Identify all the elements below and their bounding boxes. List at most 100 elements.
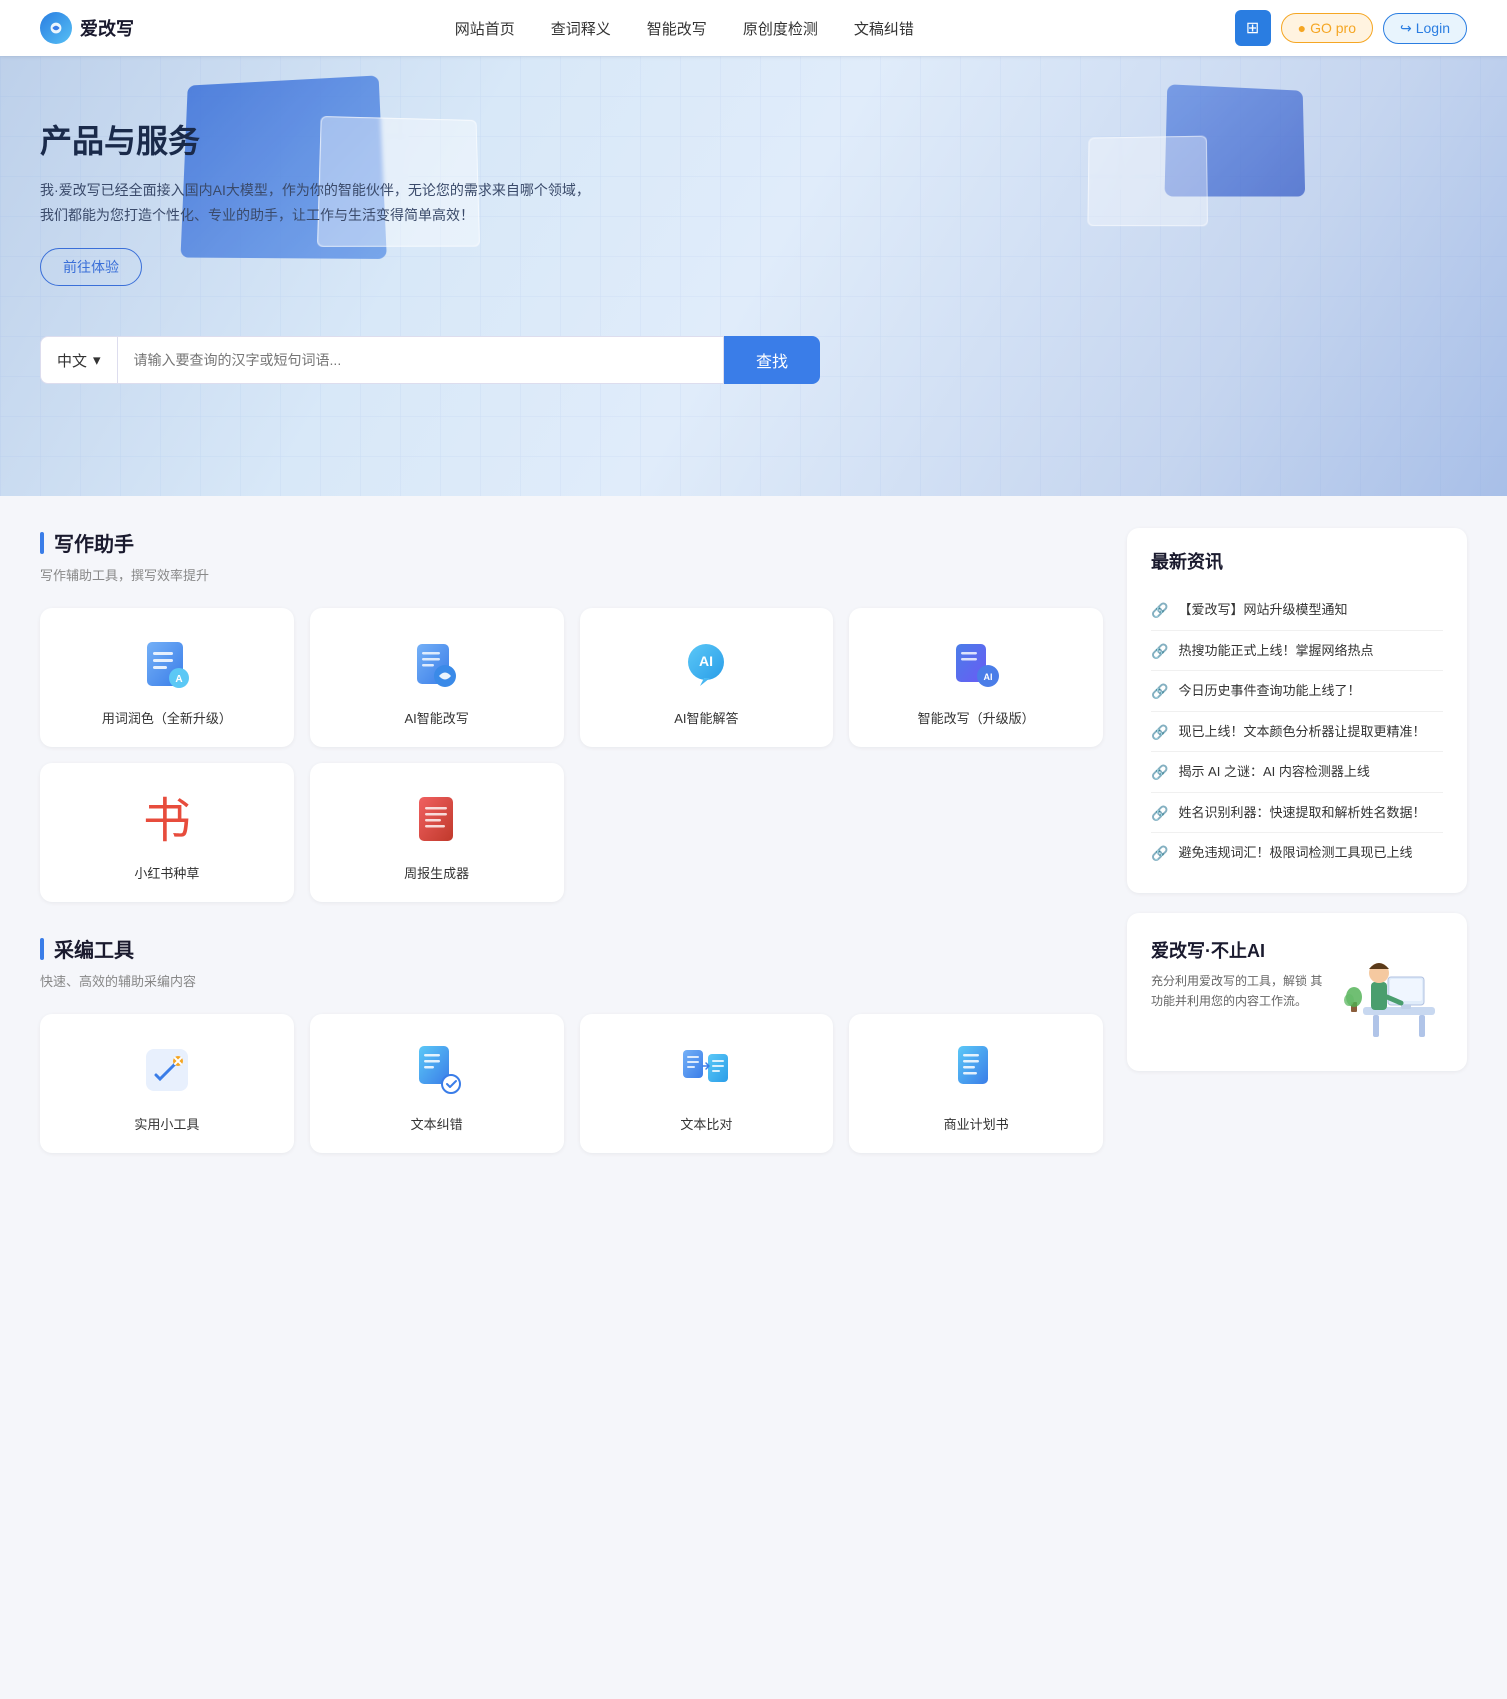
link-icon-6: 🔗	[1151, 845, 1168, 862]
link-icon-3: 🔗	[1151, 724, 1168, 741]
tool-ai-rewrite[interactable]: AI智能改写	[310, 608, 564, 747]
search-input[interactable]	[118, 336, 724, 384]
ai-rewrite-label: AI智能改写	[404, 708, 468, 727]
title-bar2	[40, 938, 44, 960]
link-icon-4: 🔗	[1151, 764, 1168, 781]
grid-icon: ⊞	[1246, 18, 1259, 38]
logo[interactable]: 爱改写	[40, 12, 134, 44]
news-item-1[interactable]: 🔗 热搜功能正式上线！掌握网络热点	[1151, 631, 1443, 672]
practical-tools-icon	[139, 1042, 195, 1098]
news-card: 最新资讯 🔗 【爱改写】网站升级模型通知 🔗 热搜功能正式上线！掌握网络热点 🔗…	[1127, 528, 1467, 893]
promo-image	[1343, 937, 1443, 1047]
search-button[interactable]: 查找	[724, 336, 820, 384]
writing-tools-grid: A 用词润色（全新升级） AI智能改	[40, 608, 1103, 902]
ai-answer-icon: AI	[678, 636, 734, 692]
person-illustration	[1343, 937, 1443, 1047]
nav-check[interactable]: 原创度检测	[743, 18, 818, 39]
tool-word-polish[interactable]: A 用词润色（全新升级）	[40, 608, 294, 747]
tool-practical[interactable]: 实用小工具	[40, 1014, 294, 1153]
smart-rewrite-icon: AI	[948, 636, 1004, 692]
tool-xiaohongshu[interactable]: 书 小红书种草	[40, 763, 294, 902]
writing-section-header: 写作助手	[40, 528, 1103, 557]
news-text-2: 今日历史事件查询功能上线了！	[1178, 681, 1360, 701]
practical-label: 实用小工具	[134, 1114, 199, 1133]
ai-answer-label: AI智能解答	[674, 708, 738, 727]
news-text-4: 揭示 AI 之谜：AI 内容检测器上线	[1178, 762, 1369, 782]
news-text-0: 【爱改写】网站升级模型通知	[1178, 600, 1347, 620]
news-item-6[interactable]: 🔗 避免违规词汇！极限词检测工具现已上线	[1151, 833, 1443, 873]
tool-ai-answer[interactable]: AI AI智能解答	[580, 608, 834, 747]
editor-section-header: 采编工具	[40, 934, 1103, 963]
navbar: 爱改写 网站首页 查词释义 智能改写 原创度检测 文稿纠错 ⊞ ● GO pro…	[0, 0, 1507, 56]
link-icon-1: 🔗	[1151, 643, 1168, 660]
go-pro-icon: ●	[1298, 20, 1306, 36]
hero-section: 产品与服务 我·爱改写已经全面接入国内AI大模型，作为你的智能伙伴，无论您的需求…	[0, 56, 1507, 496]
ai-rewrite-icon	[409, 636, 465, 692]
login-icon: ↪	[1400, 20, 1412, 37]
editor-tools-grid: 实用小工具 文本纠错	[40, 1014, 1103, 1153]
news-text-3: 现已上线！文本颜色分析器让提取更精准！	[1178, 722, 1425, 742]
tool-business-plan[interactable]: 商业计划书	[849, 1014, 1103, 1153]
business-plan-label: 商业计划书	[944, 1114, 1009, 1133]
language-select[interactable]: 中文 ▾	[40, 336, 118, 384]
hero-desc: 我·爱改写已经全面接入国内AI大模型，作为你的智能伙伴，无论您的需求来自哪个领域…	[40, 178, 600, 228]
main-nav: 网站首页 查词释义 智能改写 原创度检测 文稿纠错	[455, 18, 914, 39]
main-content: 写作助手 写作辅助工具，撰写效率提升 A 用词润色（全新升级）	[0, 496, 1507, 1217]
tool-weekly-report[interactable]: 周报生成器	[310, 763, 564, 902]
tool-smart-rewrite-pro[interactable]: AI 智能改写（升级版）	[849, 608, 1103, 747]
navbar-actions: ⊞ ● GO pro ↪ Login	[1235, 10, 1467, 46]
chevron-down-icon: ▾	[93, 351, 101, 369]
go-pro-button[interactable]: ● GO pro	[1281, 13, 1373, 43]
grid-button[interactable]: ⊞	[1235, 10, 1271, 46]
editor-desc: 快速、高效的辅助采编内容	[40, 971, 1103, 990]
promo-card: 爱改写·不止AI 充分利用爱改写的工具，解锁 其功能并利用您的内容工作流。	[1127, 913, 1467, 1071]
editor-title: 采编工具	[54, 934, 134, 963]
search-row: 中文 ▾ 查找	[40, 336, 820, 384]
writing-title: 写作助手	[54, 528, 134, 557]
news-text-6: 避免违规词汇！极限词检测工具现已上线	[1178, 843, 1412, 863]
svg-text:A: A	[175, 674, 182, 685]
tool-text-compare[interactable]: 文本比对	[580, 1014, 834, 1153]
right-column: 最新资讯 🔗 【爱改写】网站升级模型通知 🔗 热搜功能正式上线！掌握网络热点 🔗…	[1127, 528, 1467, 1185]
tool-text-proofread[interactable]: 文本纠错	[310, 1014, 564, 1153]
text-compare-icon	[678, 1042, 734, 1098]
news-text-1: 热搜功能正式上线！掌握网络热点	[1178, 641, 1373, 661]
hero-content: 产品与服务 我·爱改写已经全面接入国内AI大模型，作为你的智能伙伴，无论您的需求…	[0, 56, 680, 316]
xiaohongshu-icon: 书	[139, 791, 195, 847]
weekly-report-icon	[409, 791, 465, 847]
nav-dict[interactable]: 查词释义	[551, 18, 611, 39]
news-item-2[interactable]: 🔗 今日历史事件查询功能上线了！	[1151, 671, 1443, 712]
writing-desc: 写作辅助工具，撰写效率提升	[40, 565, 1103, 584]
nav-home[interactable]: 网站首页	[455, 18, 515, 39]
link-icon-2: 🔗	[1151, 683, 1168, 700]
news-title: 最新资讯	[1151, 548, 1443, 574]
nav-rewrite[interactable]: 智能改写	[647, 18, 707, 39]
svg-text:AI: AI	[984, 672, 993, 682]
smart-rewrite-label: 智能改写（升级版）	[918, 708, 1035, 727]
news-item-3[interactable]: 🔗 现已上线！文本颜色分析器让提取更精准！	[1151, 712, 1443, 753]
word-polish-icon: A	[139, 636, 195, 692]
news-item-4[interactable]: 🔗 揭示 AI 之谜：AI 内容检测器上线	[1151, 752, 1443, 793]
news-text-5: 姓名识别利器：快速提取和解析姓名数据！	[1178, 803, 1425, 823]
promo-desc: 充分利用爱改写的工具，解锁 其功能并利用您的内容工作流。	[1151, 971, 1327, 1012]
title-bar	[40, 532, 44, 554]
try-button[interactable]: 前往体验	[40, 248, 142, 286]
logo-text: 爱改写	[80, 15, 134, 41]
text-proofread-label: 文本纠错	[411, 1114, 463, 1133]
news-item-0[interactable]: 🔗 【爱改写】网站升级模型通知	[1151, 590, 1443, 631]
nav-correct[interactable]: 文稿纠错	[854, 18, 914, 39]
hero-deco-right2	[1087, 136, 1208, 227]
weekly-report-label: 周报生成器	[404, 863, 469, 882]
lang-label: 中文	[57, 350, 87, 371]
text-proofread-icon	[409, 1042, 465, 1098]
link-icon-0: 🔗	[1151, 602, 1168, 619]
news-item-5[interactable]: 🔗 姓名识别利器：快速提取和解析姓名数据！	[1151, 793, 1443, 834]
promo-title: 爱改写·不止AI	[1151, 937, 1327, 963]
logo-icon	[40, 12, 72, 44]
left-column: 写作助手 写作辅助工具，撰写效率提升 A 用词润色（全新升级）	[40, 528, 1103, 1185]
svg-text:书: 书	[143, 795, 191, 845]
login-button[interactable]: ↪ Login	[1383, 13, 1467, 44]
text-compare-label: 文本比对	[680, 1114, 732, 1133]
word-polish-label: 用词润色（全新升级）	[102, 708, 232, 727]
svg-text:AI: AI	[699, 653, 713, 669]
